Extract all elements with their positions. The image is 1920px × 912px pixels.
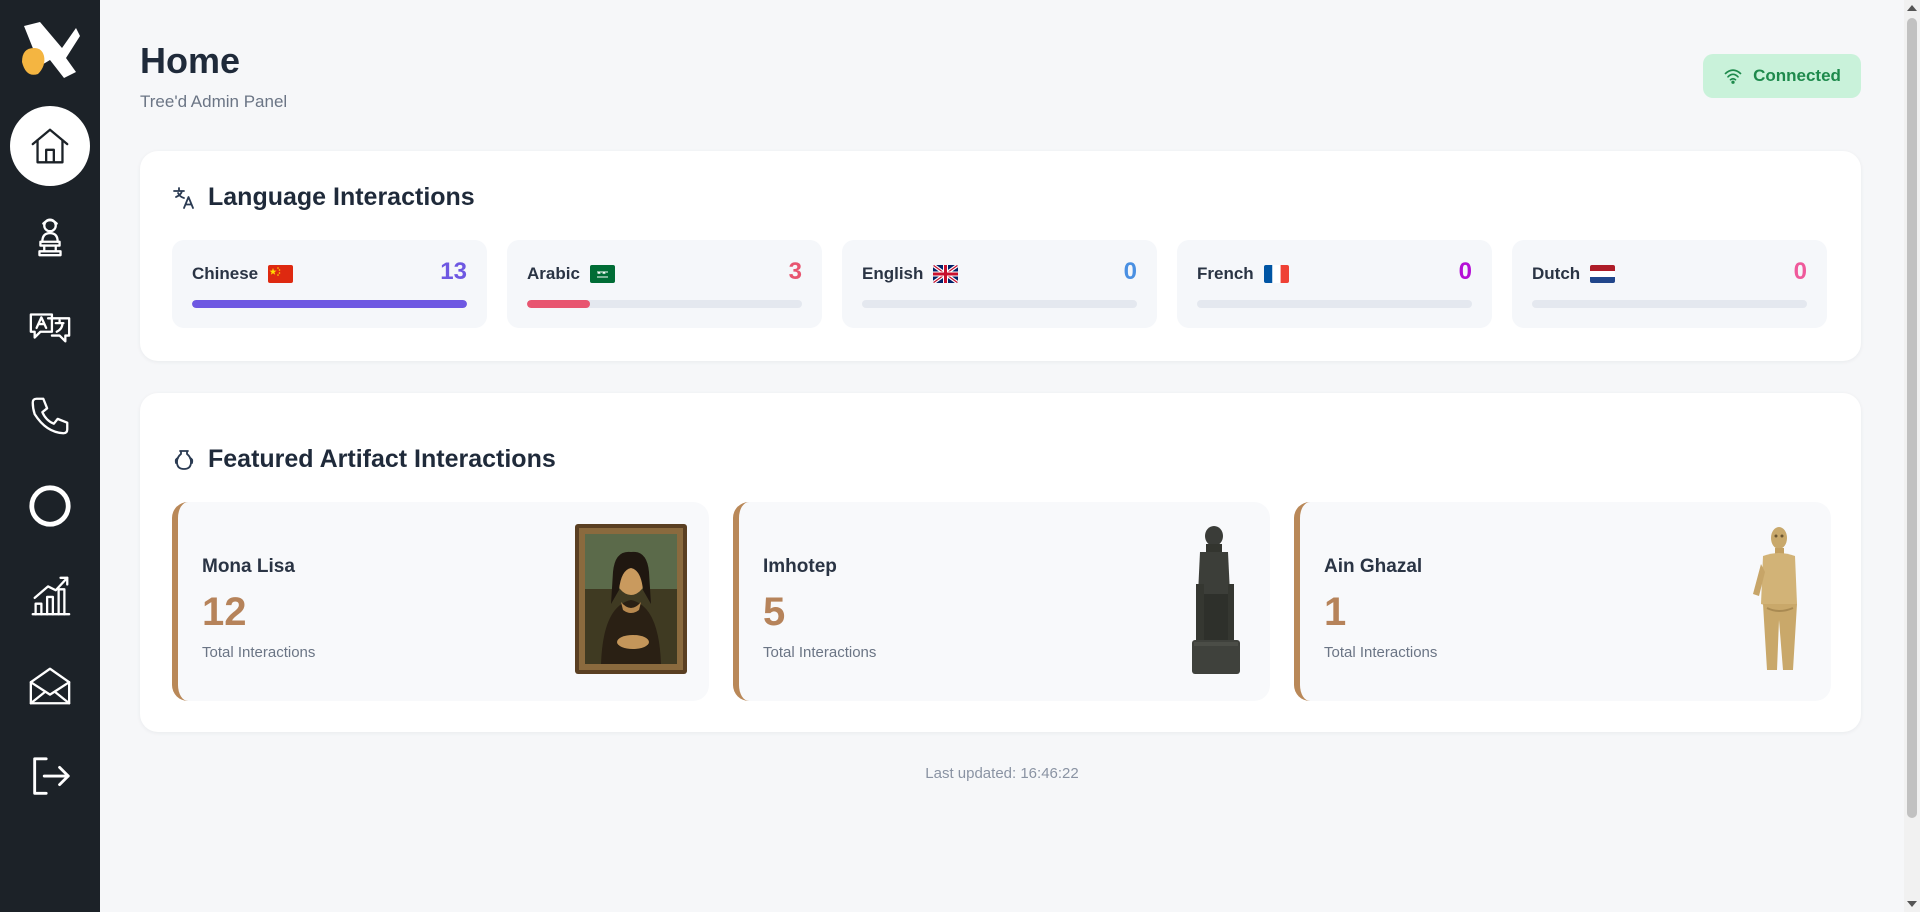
language-count: 0 (1793, 258, 1807, 285)
page-subtitle: Tree'd Admin Panel (140, 92, 288, 111)
language-tile-chinese[interactable]: Chinese 13 (172, 240, 487, 328)
artifact-count-label: Total Interactions (763, 644, 877, 661)
artifact-count: 12 (202, 590, 247, 634)
sidebar-item-logout[interactable] (10, 736, 90, 816)
vase-icon (174, 449, 194, 470)
logout-icon (33, 757, 70, 795)
app-logo[interactable] (18, 18, 82, 82)
artifact-list: Mona Lisa 12 Total Interactions Imhotep … (172, 502, 1831, 701)
imhotep-statue-image (1192, 526, 1240, 674)
language-count: 3 (788, 258, 802, 285)
language-name: French (1197, 264, 1254, 283)
language-name-row: French (1197, 264, 1289, 284)
scroll-thumb[interactable] (1907, 18, 1917, 818)
language-list: Chinese 13 Arabic 3 English 0 French 0 D… (172, 240, 1827, 328)
language-interactions-title: Language Interactions (208, 183, 475, 211)
language-tile-dutch[interactable]: Dutch 0 (1512, 240, 1827, 328)
sidebar-item-artifacts[interactable] (10, 196, 90, 276)
language-name: Dutch (1532, 264, 1581, 283)
wifi-icon (1724, 69, 1742, 84)
artifact-tile-mona-lisa[interactable]: Mona Lisa 12 Total Interactions (172, 502, 709, 701)
main-content: Home Tree'd Admin Panel Connected Langua… (100, 0, 1904, 912)
language-count: 0 (1123, 258, 1137, 285)
artifact-interactions-title: Featured Artifact Interactions (208, 445, 556, 473)
artifact-count: 1 (1324, 590, 1347, 634)
netherlands-flag-icon (1590, 265, 1616, 283)
sidebar-item-calls[interactable] (10, 376, 90, 456)
page-title: Home (140, 40, 241, 81)
sidebar-item-status[interactable] (10, 466, 90, 546)
language-name-row: Dutch (1532, 264, 1616, 284)
scroll-up-arrow-icon[interactable] (1907, 5, 1917, 11)
language-interactions-header: Language Interactions (172, 183, 475, 212)
language-name: Arabic (527, 264, 580, 283)
language-tile-french[interactable]: French 0 (1177, 240, 1492, 328)
artifact-count-label: Total Interactions (1324, 644, 1438, 661)
saudi-flag-icon (589, 265, 615, 283)
artifact-tile-ain-ghazal[interactable]: Ain Ghazal 1 Total Interactions (1294, 502, 1831, 701)
language-progress-fill (192, 300, 467, 308)
sidebar (0, 0, 100, 912)
sidebar-item-home[interactable] (10, 106, 90, 186)
language-name-row: English (862, 264, 959, 284)
sidebar-item-analytics[interactable] (10, 556, 90, 636)
language-progress-bar (527, 300, 802, 308)
language-tile-arabic[interactable]: Arabic 3 (507, 240, 822, 328)
page-scrollbar[interactable] (1904, 0, 1920, 912)
ain-ghazal-statue-image (1753, 527, 1797, 670)
artifact-tile-imhotep[interactable]: Imhotep 5 Total Interactions (733, 502, 1270, 701)
artifact-interactions-card: Featured Artifact Interactions Mona Lisa… (140, 393, 1861, 732)
artifact-count-label: Total Interactions (202, 644, 316, 661)
language-name: Chinese (192, 264, 259, 283)
statue-bust-icon (38, 218, 62, 257)
chart-growth-icon (31, 576, 71, 616)
language-name-row: Arabic (527, 264, 615, 284)
sidebar-item-translations[interactable] (10, 286, 90, 366)
connection-status-badge: Connected (1703, 54, 1861, 98)
phone-icon (31, 397, 69, 435)
language-progress-bar (1532, 300, 1807, 308)
artifact-count: 5 (763, 590, 786, 634)
language-progress-bar (1197, 300, 1472, 308)
language-progress-fill (527, 300, 591, 308)
language-count: 0 (1458, 258, 1472, 285)
circle-icon (29, 485, 71, 527)
mail-open-icon (29, 667, 71, 705)
artifact-interactions-header: Featured Artifact Interactions (172, 445, 556, 474)
language-name: English (862, 264, 924, 283)
language-interactions-card: Language Interactions Chinese 13 Arabic (140, 151, 1861, 361)
language-name-row: Chinese (192, 264, 294, 284)
scroll-down-arrow-icon[interactable] (1907, 901, 1917, 907)
artifact-name: Imhotep (763, 556, 837, 577)
uk-flag-icon (933, 265, 959, 283)
sidebar-item-messages[interactable] (10, 646, 90, 726)
language-tile-english[interactable]: English 0 (842, 240, 1157, 328)
artifact-name: Ain Ghazal (1324, 556, 1423, 577)
connection-status-label: Connected (1753, 66, 1841, 85)
last-updated-text: Last updated: 16:46:22 (925, 765, 1079, 782)
language-count: 13 (440, 258, 467, 285)
china-flag-icon (268, 265, 294, 283)
language-progress-bar (862, 300, 1137, 308)
france-flag-icon (1263, 265, 1289, 283)
language-progress-bar (192, 300, 467, 308)
mona-lisa-image (575, 524, 687, 674)
home-icon (31, 128, 69, 164)
translate-icon (173, 186, 194, 209)
artifact-name: Mona Lisa (202, 556, 295, 577)
translate-chat-icon (29, 313, 71, 343)
